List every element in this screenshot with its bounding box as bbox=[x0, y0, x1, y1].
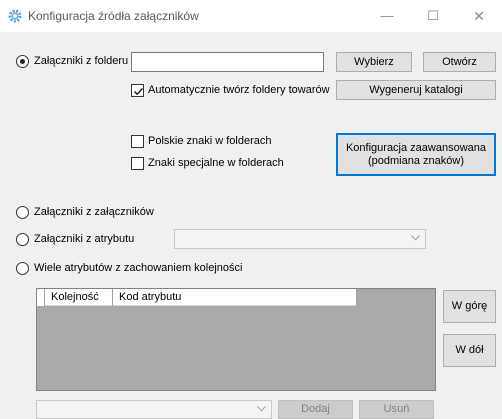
advanced-config-line1: Konfiguracja zaawansowana bbox=[345, 141, 487, 154]
attribute-radio[interactable] bbox=[16, 233, 29, 246]
folder-path-input[interactable] bbox=[131, 52, 324, 72]
column-header-attribute-code[interactable]: Kod atrybutu bbox=[113, 289, 357, 306]
chevron-down-icon bbox=[257, 406, 266, 412]
attachments-radio-label[interactable]: Załączniki z załączników bbox=[34, 206, 154, 218]
attribute-select[interactable] bbox=[174, 229, 426, 249]
radio-selected-dot bbox=[20, 59, 25, 64]
auto-create-checkbox[interactable] bbox=[131, 84, 144, 97]
close-button[interactable]: ✕ bbox=[456, 0, 502, 32]
checkmark-icon bbox=[133, 87, 144, 96]
open-button[interactable]: Otwórz bbox=[423, 52, 496, 72]
advanced-config-line2: (podmiana znaków) bbox=[368, 154, 464, 167]
auto-create-label[interactable]: Automatycznie twórz foldery towarów bbox=[148, 84, 330, 96]
multi-attribute-radio[interactable] bbox=[16, 262, 29, 275]
grid-row-header bbox=[37, 289, 45, 306]
folder-radio-label[interactable]: Załączniki z folderu bbox=[34, 55, 128, 67]
grid-header: Kolejność Kod atrybutu bbox=[37, 289, 357, 306]
attribute-radio-label[interactable]: Załączniki z atrybutu bbox=[34, 233, 134, 245]
gear-icon bbox=[8, 9, 22, 23]
column-header-order[interactable]: Kolejność bbox=[45, 289, 113, 306]
polish-chars-checkbox[interactable] bbox=[131, 135, 144, 148]
folder-radio[interactable] bbox=[16, 55, 29, 68]
add-button[interactable]: Dodaj bbox=[278, 400, 353, 419]
special-chars-checkbox[interactable] bbox=[131, 157, 144, 170]
window-title: Konfiguracja źródła załączników bbox=[28, 9, 199, 23]
browse-button[interactable]: Wybierz bbox=[336, 52, 412, 72]
generate-folders-button[interactable]: Wygeneruj katalogi bbox=[336, 80, 496, 100]
polish-chars-label[interactable]: Polskie znaki w folderach bbox=[148, 135, 272, 147]
multi-attribute-radio-label[interactable]: Wiele atrybutów z zachowaniem kolejności bbox=[34, 262, 242, 274]
move-up-button[interactable]: W górę bbox=[443, 290, 496, 323]
chevron-down-icon bbox=[411, 235, 420, 241]
special-chars-label[interactable]: Znaki specjalne w folderach bbox=[148, 157, 284, 169]
attribute-add-select[interactable] bbox=[36, 400, 272, 419]
advanced-config-button[interactable]: Konfiguracja zaawansowana (podmiana znak… bbox=[336, 133, 496, 176]
title-bar: Konfiguracja źródła załączników — ☐ ✕ bbox=[0, 0, 502, 32]
move-down-button[interactable]: W dół bbox=[443, 334, 496, 367]
attribute-order-grid[interactable]: Kolejność Kod atrybutu bbox=[36, 288, 436, 391]
remove-button[interactable]: Usuń bbox=[359, 400, 434, 419]
minimize-button[interactable]: — bbox=[364, 0, 410, 32]
attachments-radio[interactable] bbox=[16, 206, 29, 219]
maximize-button[interactable]: ☐ bbox=[410, 0, 456, 32]
